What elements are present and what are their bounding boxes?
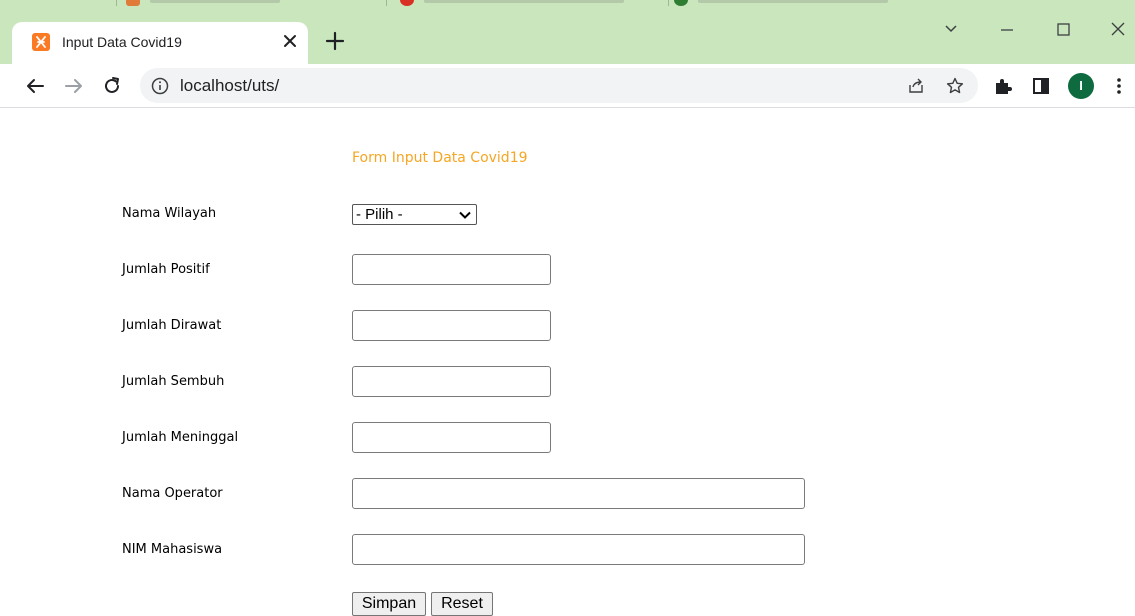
page-content: Form Input Data Covid19 Nama Wilayah - P… (0, 108, 1135, 616)
side-panel-icon[interactable] (1030, 75, 1052, 97)
nim-mahasiswa-field[interactable] (352, 534, 805, 565)
wilayah-selected-value: - Pilih - (356, 206, 403, 223)
xampp-icon (32, 33, 50, 51)
wilayah-select[interactable]: - Pilih - (352, 204, 477, 225)
share-icon[interactable] (906, 76, 926, 96)
address-bar[interactable]: localhost/uts/ (140, 68, 978, 103)
label-nama-operator: Nama Operator (122, 486, 223, 501)
chevron-down-icon (459, 211, 471, 219)
form-title: Form Input Data Covid19 (352, 150, 528, 166)
background-window-tabs (0, 0, 1135, 10)
window-close-icon[interactable] (1107, 18, 1129, 40)
forward-arrow-icon[interactable] (63, 75, 85, 97)
bookmark-star-icon[interactable] (945, 76, 965, 96)
label-jumlah-positif: Jumlah Positif (122, 262, 210, 277)
label-nama-wilayah: Nama Wilayah (122, 206, 217, 221)
active-tab[interactable]: Input Data Covid19 (12, 22, 308, 64)
url-text[interactable]: localhost/uts/ (180, 76, 279, 96)
back-arrow-icon[interactable] (24, 75, 46, 97)
jumlah-dirawat-field[interactable] (352, 310, 551, 341)
info-icon[interactable] (150, 76, 170, 96)
more-menu-icon[interactable] (1108, 75, 1130, 97)
label-jumlah-sembuh: Jumlah Sembuh (122, 374, 225, 389)
new-tab-plus-icon[interactable] (324, 30, 346, 52)
close-icon[interactable] (280, 31, 300, 51)
reset-button[interactable]: Reset (431, 592, 493, 616)
profile-avatar[interactable]: I (1068, 73, 1094, 99)
jumlah-positif-field[interactable] (352, 254, 551, 285)
tab-title: Input Data Covid19 (62, 34, 182, 50)
tab-search-chevron-icon[interactable] (940, 18, 962, 40)
label-jumlah-meninggal: Jumlah Meninggal (122, 430, 239, 445)
maximize-icon[interactable] (1052, 18, 1074, 40)
jumlah-meninggal-field[interactable] (352, 422, 551, 453)
nama-operator-field[interactable] (352, 478, 805, 509)
jumlah-sembuh-field[interactable] (352, 366, 551, 397)
label-jumlah-dirawat: Jumlah Dirawat (122, 318, 222, 333)
minimize-icon[interactable] (996, 18, 1018, 40)
label-nim-mahasiswa: NIM Mahasiswa (122, 542, 223, 557)
browser-toolbar: localhost/uts/ I (0, 64, 1135, 108)
simpan-button[interactable]: Simpan (352, 592, 426, 616)
browser-tab-strip: Input Data Covid19 (0, 0, 1135, 64)
reload-icon[interactable] (101, 75, 123, 97)
extensions-puzzle-icon[interactable] (992, 75, 1014, 97)
